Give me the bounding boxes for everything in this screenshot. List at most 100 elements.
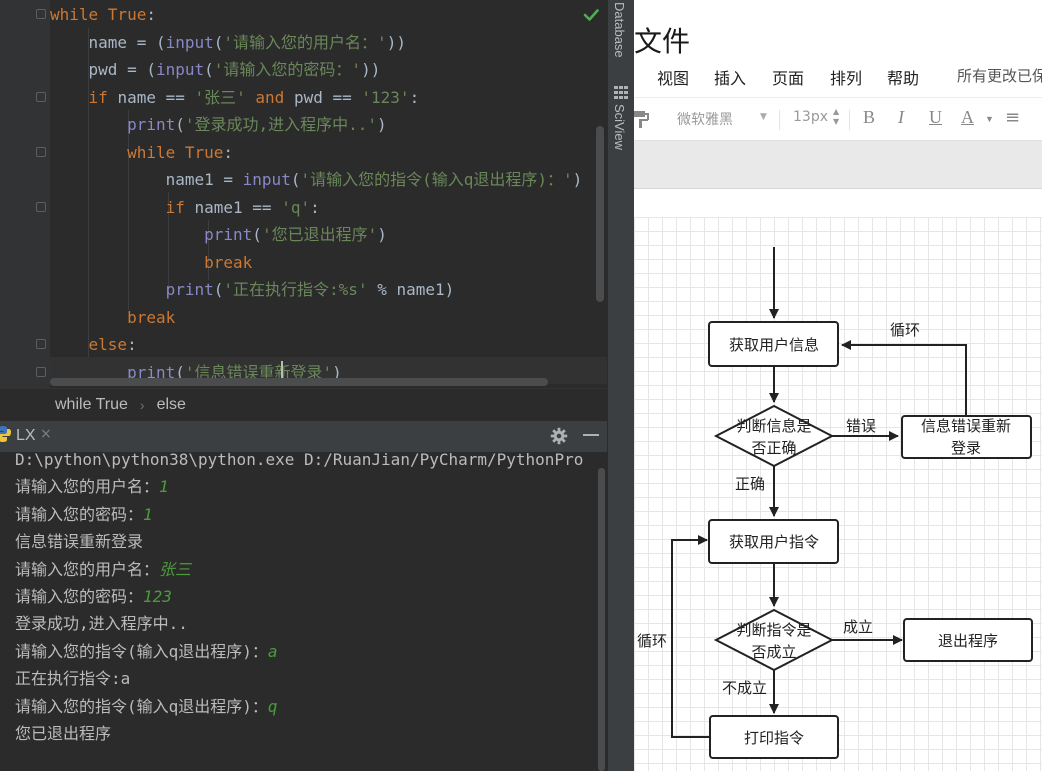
stepper-icon[interactable]: ▲ ▼ — [833, 107, 839, 127]
code-line[interactable]: print('登录成功,进入程序中..') — [50, 111, 387, 138]
code-line[interactable]: if name1 == 'q': — [50, 194, 320, 221]
code-token: '您已退出程序' — [261, 225, 378, 244]
node-check-command-label-2: 否成立 — [751, 643, 796, 661]
code-token: '登录成功,进入程序中..' — [184, 115, 378, 134]
code-token: name1 = — [50, 170, 243, 189]
menu-arrange[interactable]: 排列 — [830, 65, 862, 89]
edge-label-loop-left: 循环 — [637, 632, 667, 650]
flowchart: 获取用户信息 判断信息是 否正确 信息错误重新 登录 获取用户指令 判断指令是 … — [637, 247, 1033, 759]
menu-view[interactable]: 视图 — [657, 65, 689, 89]
menu-page[interactable]: 页面 — [772, 65, 804, 89]
code-token: input — [242, 170, 291, 189]
code-line[interactable]: break — [50, 304, 175, 331]
italic-button[interactable]: I — [898, 107, 904, 128]
console-vertical-scrollbar[interactable] — [598, 468, 605, 771]
edge-label-holds: 成立 — [843, 618, 873, 636]
console-line: 请输入您的用户名：张三 — [15, 556, 191, 583]
diagram-editor: 文件 视图 插入 页面 排列 帮助 所有更改已保 微软雅黑 ▼ 13px ▲ ▼ … — [634, 0, 1042, 771]
code-token: ( — [204, 60, 214, 79]
node-check-command-label-1: 判断指令是 — [736, 621, 811, 639]
format-painter-icon[interactable] — [634, 109, 650, 129]
align-button[interactable]: ≡ — [1005, 107, 1020, 128]
fold-marker-icon[interactable] — [36, 146, 46, 157]
code-token: ( — [213, 32, 224, 52]
console-output-text: 请输入您的密码： — [15, 587, 144, 606]
code-line[interactable]: name1 = input('请输入您的指令(输入q退出程序)：') — [50, 166, 583, 193]
menu-insert[interactable]: 插入 — [714, 65, 746, 89]
code-line[interactable]: else: — [50, 331, 137, 358]
gear-icon[interactable] — [550, 427, 568, 445]
code-token: '请输入您的密码：' — [213, 60, 362, 79]
flow-arrow-loop-left — [671, 535, 710, 738]
close-icon[interactable]: × — [40, 426, 52, 442]
chevron-down-icon[interactable]: ▼ — [985, 114, 994, 124]
code-token: print — [50, 115, 176, 134]
console-output-text: 您已退出程序 — [15, 724, 112, 743]
code-editor[interactable]: while True: name = (input('请输入您的用户名：')) … — [0, 0, 607, 388]
menu-help[interactable]: 帮助 — [887, 65, 919, 89]
sciview-tool-tab[interactable]: SciView — [612, 104, 627, 150]
code-line[interactable]: print('您已退出程序') — [50, 221, 387, 248]
font-color-button[interactable]: A — [961, 107, 974, 128]
breadcrumb-item-while[interactable]: while True — [55, 396, 128, 414]
fold-marker-icon[interactable] — [36, 9, 46, 19]
code-line[interactable]: pwd = (input('请输入您的密码：')) — [50, 56, 381, 83]
inspection-ok-check-icon[interactable] — [582, 6, 600, 24]
console-line: 请输入您的指令(输入q退出程序)：a — [15, 638, 278, 665]
node-check-command[interactable] — [713, 608, 835, 672]
underline-button[interactable]: U — [929, 107, 942, 128]
breadcrumb-item-else[interactable]: else — [157, 396, 186, 414]
code-token: break — [50, 252, 253, 272]
diagram-canvas[interactable]: 获取用户信息 判断信息是 否正确 信息错误重新 登录 获取用户指令 判断指令是 … — [634, 217, 1042, 771]
node-check-info[interactable] — [713, 404, 835, 468]
code-line[interactable]: while True: — [50, 1, 156, 28]
code-token: : — [146, 5, 156, 24]
code-line[interactable]: if name == '张三' and pwd == '123': — [50, 84, 420, 111]
code-token: '正在执行指令:%s' — [223, 280, 368, 299]
code-token: ) — [377, 225, 387, 244]
python-icon — [0, 426, 11, 442]
toolbar-divider — [779, 110, 780, 130]
code-line[interactable]: print('正在执行指令:%s' % name1) — [50, 276, 455, 303]
document-title[interactable]: 文件 — [634, 20, 690, 60]
console-line: 请输入您的用户名：1 — [15, 473, 169, 500]
run-console[interactable]: D:\python\python38\python.exe D:/RuanJia… — [0, 452, 607, 771]
fold-marker-icon[interactable] — [36, 339, 46, 349]
bold-button[interactable]: B — [863, 107, 875, 128]
edge-label-not-holds: 不成立 — [722, 679, 767, 697]
editor-horizontal-scrollbar[interactable] — [50, 378, 548, 386]
code-token: ) — [572, 170, 583, 189]
editor-gutter — [0, 0, 50, 388]
code-line[interactable]: name = (input('请输入您的用户名：')) — [50, 29, 406, 56]
code-token: '123' — [361, 87, 410, 107]
code-token: )) — [386, 32, 406, 52]
database-tool-tab[interactable]: Database — [612, 2, 627, 58]
console-line: 请输入您的指令(输入q退出程序)：q — [15, 693, 278, 720]
code-token: ( — [213, 280, 224, 299]
font-size-input[interactable]: 13px — [793, 109, 828, 125]
fold-marker-icon[interactable] — [36, 366, 46, 377]
console-output-text: 信息错误重新登录 — [15, 532, 144, 552]
flow-arrow-loop-top — [841, 340, 967, 416]
minimize-icon[interactable] — [583, 434, 599, 436]
code-token: : — [409, 87, 420, 107]
edge-label-loop-top: 循环 — [890, 321, 920, 339]
fold-marker-icon[interactable] — [36, 91, 46, 102]
fold-marker-icon[interactable] — [36, 201, 46, 212]
code-token: pwd == — [293, 87, 362, 107]
node-exit-program-label: 退出程序 — [938, 632, 998, 650]
code-token: if — [50, 197, 195, 217]
console-line: 您已退出程序 — [15, 720, 111, 747]
code-line[interactable]: break — [50, 249, 252, 276]
run-tab-title[interactable]: LX — [16, 427, 36, 445]
code-token: if — [50, 87, 118, 107]
editor-vertical-scrollbar[interactable] — [596, 126, 604, 302]
code-token: while — [50, 5, 108, 24]
code-token: print — [50, 280, 214, 299]
font-family-select[interactable]: 微软雅黑 — [677, 109, 733, 129]
node-print-command-label: 打印指令 — [744, 729, 804, 747]
console-line: 信息错误重新登录 — [15, 528, 143, 555]
code-token: and — [245, 87, 294, 107]
code-line[interactable]: while True: — [50, 139, 233, 166]
chevron-down-icon[interactable]: ▼ — [760, 112, 767, 122]
